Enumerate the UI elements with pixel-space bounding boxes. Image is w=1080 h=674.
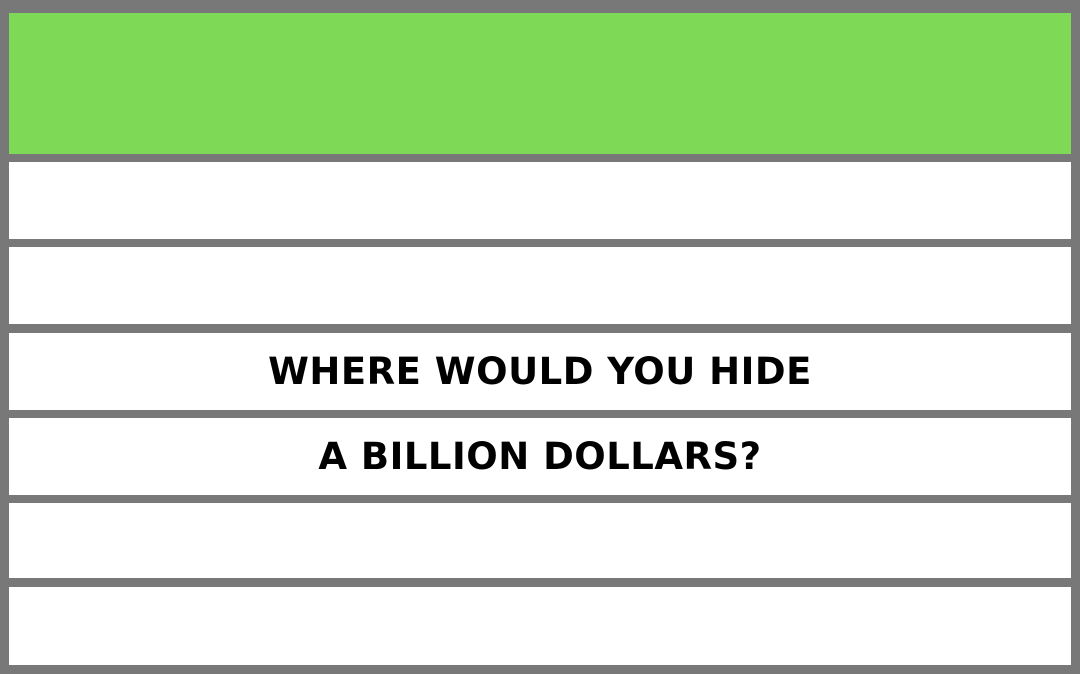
- question-line-1: WHERE WOULD YOU HIDE: [268, 350, 812, 393]
- question-line-2: A BILLION DOLLARS?: [318, 435, 762, 478]
- lined-row-2: [9, 247, 1071, 324]
- lined-card: WHERE WOULD YOU HIDE A BILLION DOLLARS?: [0, 0, 1080, 674]
- lined-row-4: A BILLION DOLLARS?: [9, 418, 1071, 495]
- lined-row-5: [9, 503, 1071, 578]
- lined-row-3: WHERE WOULD YOU HIDE: [9, 333, 1071, 410]
- lined-row-6: [9, 587, 1071, 665]
- lined-row-1: [9, 162, 1071, 239]
- header-band: [9, 13, 1071, 154]
